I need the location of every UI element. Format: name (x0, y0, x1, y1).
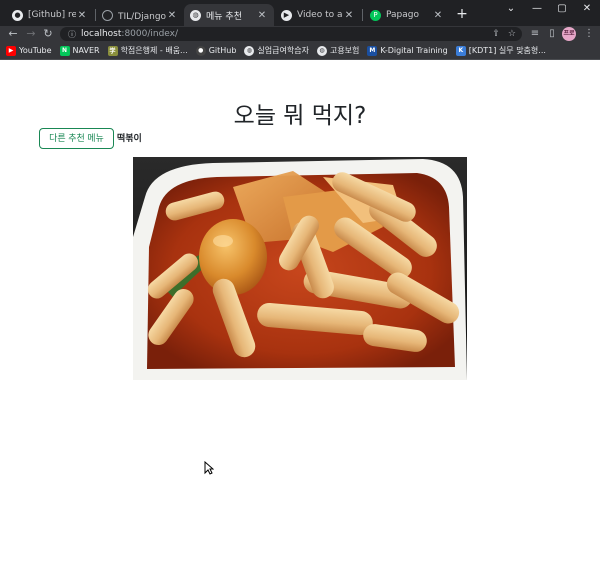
globe-icon: ◍ (316, 45, 327, 56)
address-bar[interactable]: ⓘ localhost:8000/index/ ⇪ ☆ (60, 27, 522, 41)
github-icon (102, 9, 113, 21)
back-button[interactable]: ← (6, 26, 20, 42)
window-close-button[interactable]: ✕ (570, 0, 600, 18)
bookmark-naver[interactable]: N NAVER (59, 45, 100, 56)
globe-icon: ◍ (190, 9, 201, 21)
tab-title: TIL/Django/실습 (118, 11, 166, 22)
bookmark-star-icon[interactable]: ☆ (508, 29, 516, 39)
bookmark-label: GitHub (208, 46, 237, 55)
bank-icon: 学 (107, 45, 118, 56)
kdt-icon: K (455, 45, 466, 56)
close-icon[interactable]: ✕ (76, 10, 88, 21)
globe-icon: ◍ (244, 45, 255, 56)
bookmark-label: NAVER (72, 46, 100, 55)
browser-toolbar: ← → ↻ ⓘ localhost:8000/index/ ⇪ ☆ ≡ ▯ 프로… (0, 26, 600, 42)
tab-title: 메뉴 추천 (206, 11, 242, 22)
tab-video-to-animate[interactable]: ▶ Video to animate ✕ (275, 4, 361, 26)
bookmark-label: K-Digital Training (380, 46, 448, 55)
bookmark-employment-insurance[interactable]: ◍ 고용보험 (316, 45, 360, 56)
tab-title: [Github] readme! (28, 10, 76, 20)
tab-strip: ● [Github] readme! ✕ TIL/Django/실습 ✕ ◍ 메… (0, 0, 600, 26)
page-content: 오늘 뭐 먹지? 다른 추천 메뉴 떡볶이 (0, 60, 600, 573)
bookmark-github[interactable]: ● GitHub (195, 45, 237, 56)
side-panel-icon[interactable]: ▯ (545, 26, 559, 42)
video-icon: ▶ (281, 9, 292, 21)
bookmark-k-digital[interactable]: M K-Digital Training (367, 45, 448, 56)
bookmark-label: 고용보험 (329, 46, 360, 55)
forward-button[interactable]: → (24, 26, 38, 42)
bookmark-unemployment[interactable]: ◍ 실업급여학습자 (244, 45, 309, 56)
menu-name: 떡볶이 (117, 134, 142, 144)
tab-menu-recommend[interactable]: ◍ 메뉴 추천 ✕ (184, 4, 274, 26)
close-icon[interactable]: ✕ (166, 10, 178, 21)
avatar[interactable]: 프로 (562, 27, 576, 41)
new-tab-button[interactable]: + (454, 6, 470, 22)
close-icon[interactable]: ✕ (343, 10, 355, 21)
url-host: localhost (81, 29, 122, 39)
page-title: 오늘 뭐 먹지? (233, 103, 367, 129)
reload-button[interactable]: ↻ (41, 26, 55, 42)
tab-til-django[interactable]: TIL/Django/실습 ✕ (96, 4, 184, 26)
bookmarks-bar: ▶ YouTube N NAVER 学 학점은행제 - 배움... ● GitH… (0, 42, 600, 60)
url-path: :8000/index/ (121, 29, 179, 39)
mouse-cursor-icon (204, 461, 214, 475)
menu-kebab-icon[interactable]: ⋮ (582, 26, 596, 42)
m-icon: M (367, 45, 378, 56)
bookmark-label: [KDT1] 실무 맞춤형... (468, 46, 546, 55)
tab-divider (362, 9, 363, 21)
bookmark-label: YouTube (19, 46, 52, 55)
youtube-icon: ▶ (6, 45, 16, 56)
close-icon[interactable]: ✕ (256, 10, 268, 21)
tab-title: Papago (386, 10, 419, 20)
bookmark-label: 학점은행제 - 배움... (120, 46, 188, 55)
other-menu-button[interactable]: 다른 추천 메뉴 (39, 128, 114, 149)
share-icon[interactable]: ⇪ (492, 29, 500, 39)
boiled-egg (199, 219, 267, 295)
egg-highlight (213, 235, 233, 247)
bookmark-credit-bank[interactable]: 学 학점은행제 - 배움... (107, 45, 188, 56)
papago-icon: P (370, 9, 381, 21)
close-icon[interactable]: ✕ (432, 10, 444, 21)
tab-title: Video to animate (297, 10, 343, 20)
tab-papago[interactable]: P Papago ✕ (364, 4, 450, 26)
site-info-icon[interactable]: ⓘ (68, 29, 76, 40)
github-icon: ● (195, 45, 206, 56)
reading-list-icon[interactable]: ≡ (528, 26, 542, 42)
github-icon: ● (12, 9, 23, 21)
tab-github-readme[interactable]: ● [Github] readme! ✕ (6, 4, 94, 26)
bookmark-kdt1[interactable]: K [KDT1] 실무 맞춤형... (455, 45, 546, 56)
bookmark-youtube[interactable]: ▶ YouTube (6, 45, 52, 56)
bookmark-label: 실업급여학습자 (257, 46, 309, 55)
naver-icon: N (59, 45, 70, 56)
tteokbokki-image (133, 157, 467, 380)
